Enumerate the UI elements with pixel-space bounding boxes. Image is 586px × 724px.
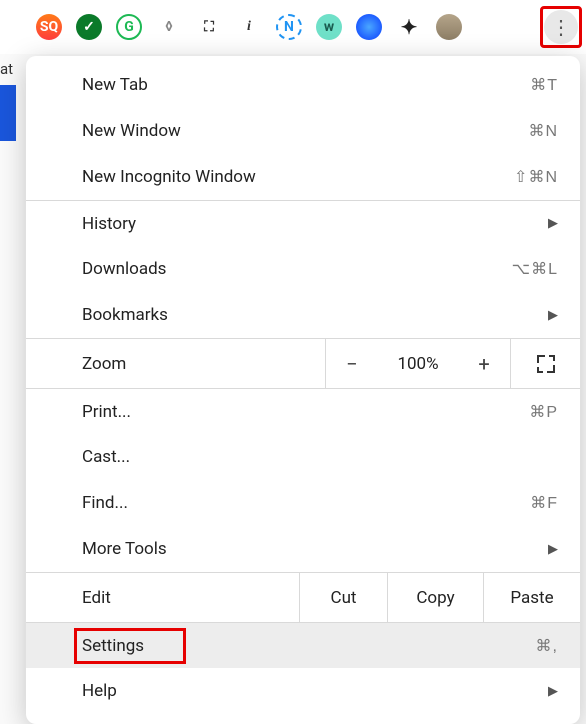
edit-paste-button[interactable]: Paste [484,573,580,622]
extension-icon-checkmark[interactable]: ✓ [76,14,102,40]
extension-icon-frame[interactable]: ⛶ [196,14,222,40]
kebab-menu-button[interactable]: ⋮ [544,10,578,44]
menu-label: New Window [82,121,528,141]
browser-toolbar: SQ ✓ G ◊ ⛶ i N w ✦ ⋮ [0,0,586,54]
menu-label: Print... [82,402,529,422]
menu-item-history[interactable]: History ▶ [26,200,580,246]
extensions-puzzle-icon[interactable]: ✦ [396,14,422,40]
menu-label: New Incognito Window [82,167,514,187]
menu-label: Find... [82,493,530,513]
menu-item-settings[interactable]: Settings ⌘, [26,622,580,668]
menu-label: More Tools [82,539,548,559]
menu-shortcut: ⇧⌘N [514,167,558,187]
highlight-box [540,6,582,48]
edit-cut-button[interactable]: Cut [300,573,388,622]
extension-icon-globe[interactable] [356,14,382,40]
edit-copy-button[interactable]: Copy [388,573,484,622]
page-fragment-text: at [0,60,13,78]
menu-label: Cast... [82,447,558,467]
menu-label: History [82,214,548,234]
menu-item-downloads[interactable]: Downloads ⌥⌘L [26,246,580,292]
menu-label: Downloads [82,259,512,279]
fullscreen-button[interactable] [510,339,580,388]
zoom-out-button[interactable]: − [326,339,378,388]
zoom-in-button[interactable]: + [458,339,510,388]
extension-icon-shield[interactable]: ◊ [156,14,182,40]
submenu-arrow-icon: ▶ [548,216,558,231]
extension-icon-grammarly[interactable]: G [116,14,142,40]
chrome-main-menu: New Tab ⌘T New Window ⌘N New Incognito W… [26,56,580,724]
submenu-arrow-icon: ▶ [548,308,558,323]
menu-label: New Tab [82,75,530,95]
extension-icon-info[interactable]: i [236,14,262,40]
extension-icon-notion[interactable]: N [276,14,302,40]
menu-shortcut: ⌘, [536,636,558,656]
zoom-value: 100% [378,339,458,388]
menu-item-find[interactable]: Find... ⌘F [26,480,580,526]
profile-avatar[interactable] [436,14,462,40]
menu-item-edit: Edit Cut Copy Paste [26,572,580,622]
menu-item-bookmarks[interactable]: Bookmarks ▶ [26,292,580,338]
menu-item-help[interactable]: Help ▶ [26,668,580,714]
menu-item-new-tab[interactable]: New Tab ⌘T [26,56,580,108]
menu-item-zoom: Zoom − 100% + [26,338,580,388]
submenu-arrow-icon: ▶ [548,684,558,699]
zoom-label: Zoom [26,339,326,388]
menu-shortcut: ⌘T [530,75,558,95]
fullscreen-icon [537,355,555,373]
menu-shortcut: ⌘F [530,493,558,513]
menu-shortcut: ⌥⌘L [512,259,558,279]
menu-label: Bookmarks [82,305,548,325]
extension-icon-sq[interactable]: SQ [36,14,62,40]
menu-label: Help [82,681,548,701]
menu-label: Settings [82,636,536,656]
extension-icon-w[interactable]: w [316,14,342,40]
menu-item-print[interactable]: Print... ⌘P [26,388,580,434]
edit-label: Edit [26,573,300,622]
menu-item-new-incognito[interactable]: New Incognito Window ⇧⌘N [26,154,580,200]
menu-item-new-window[interactable]: New Window ⌘N [26,108,580,154]
menu-shortcut: ⌘N [528,121,558,141]
page-background-strip [0,85,16,141]
menu-item-cast[interactable]: Cast... [26,434,580,480]
submenu-arrow-icon: ▶ [548,542,558,557]
menu-item-more-tools[interactable]: More Tools ▶ [26,526,580,572]
menu-shortcut: ⌘P [529,402,558,422]
